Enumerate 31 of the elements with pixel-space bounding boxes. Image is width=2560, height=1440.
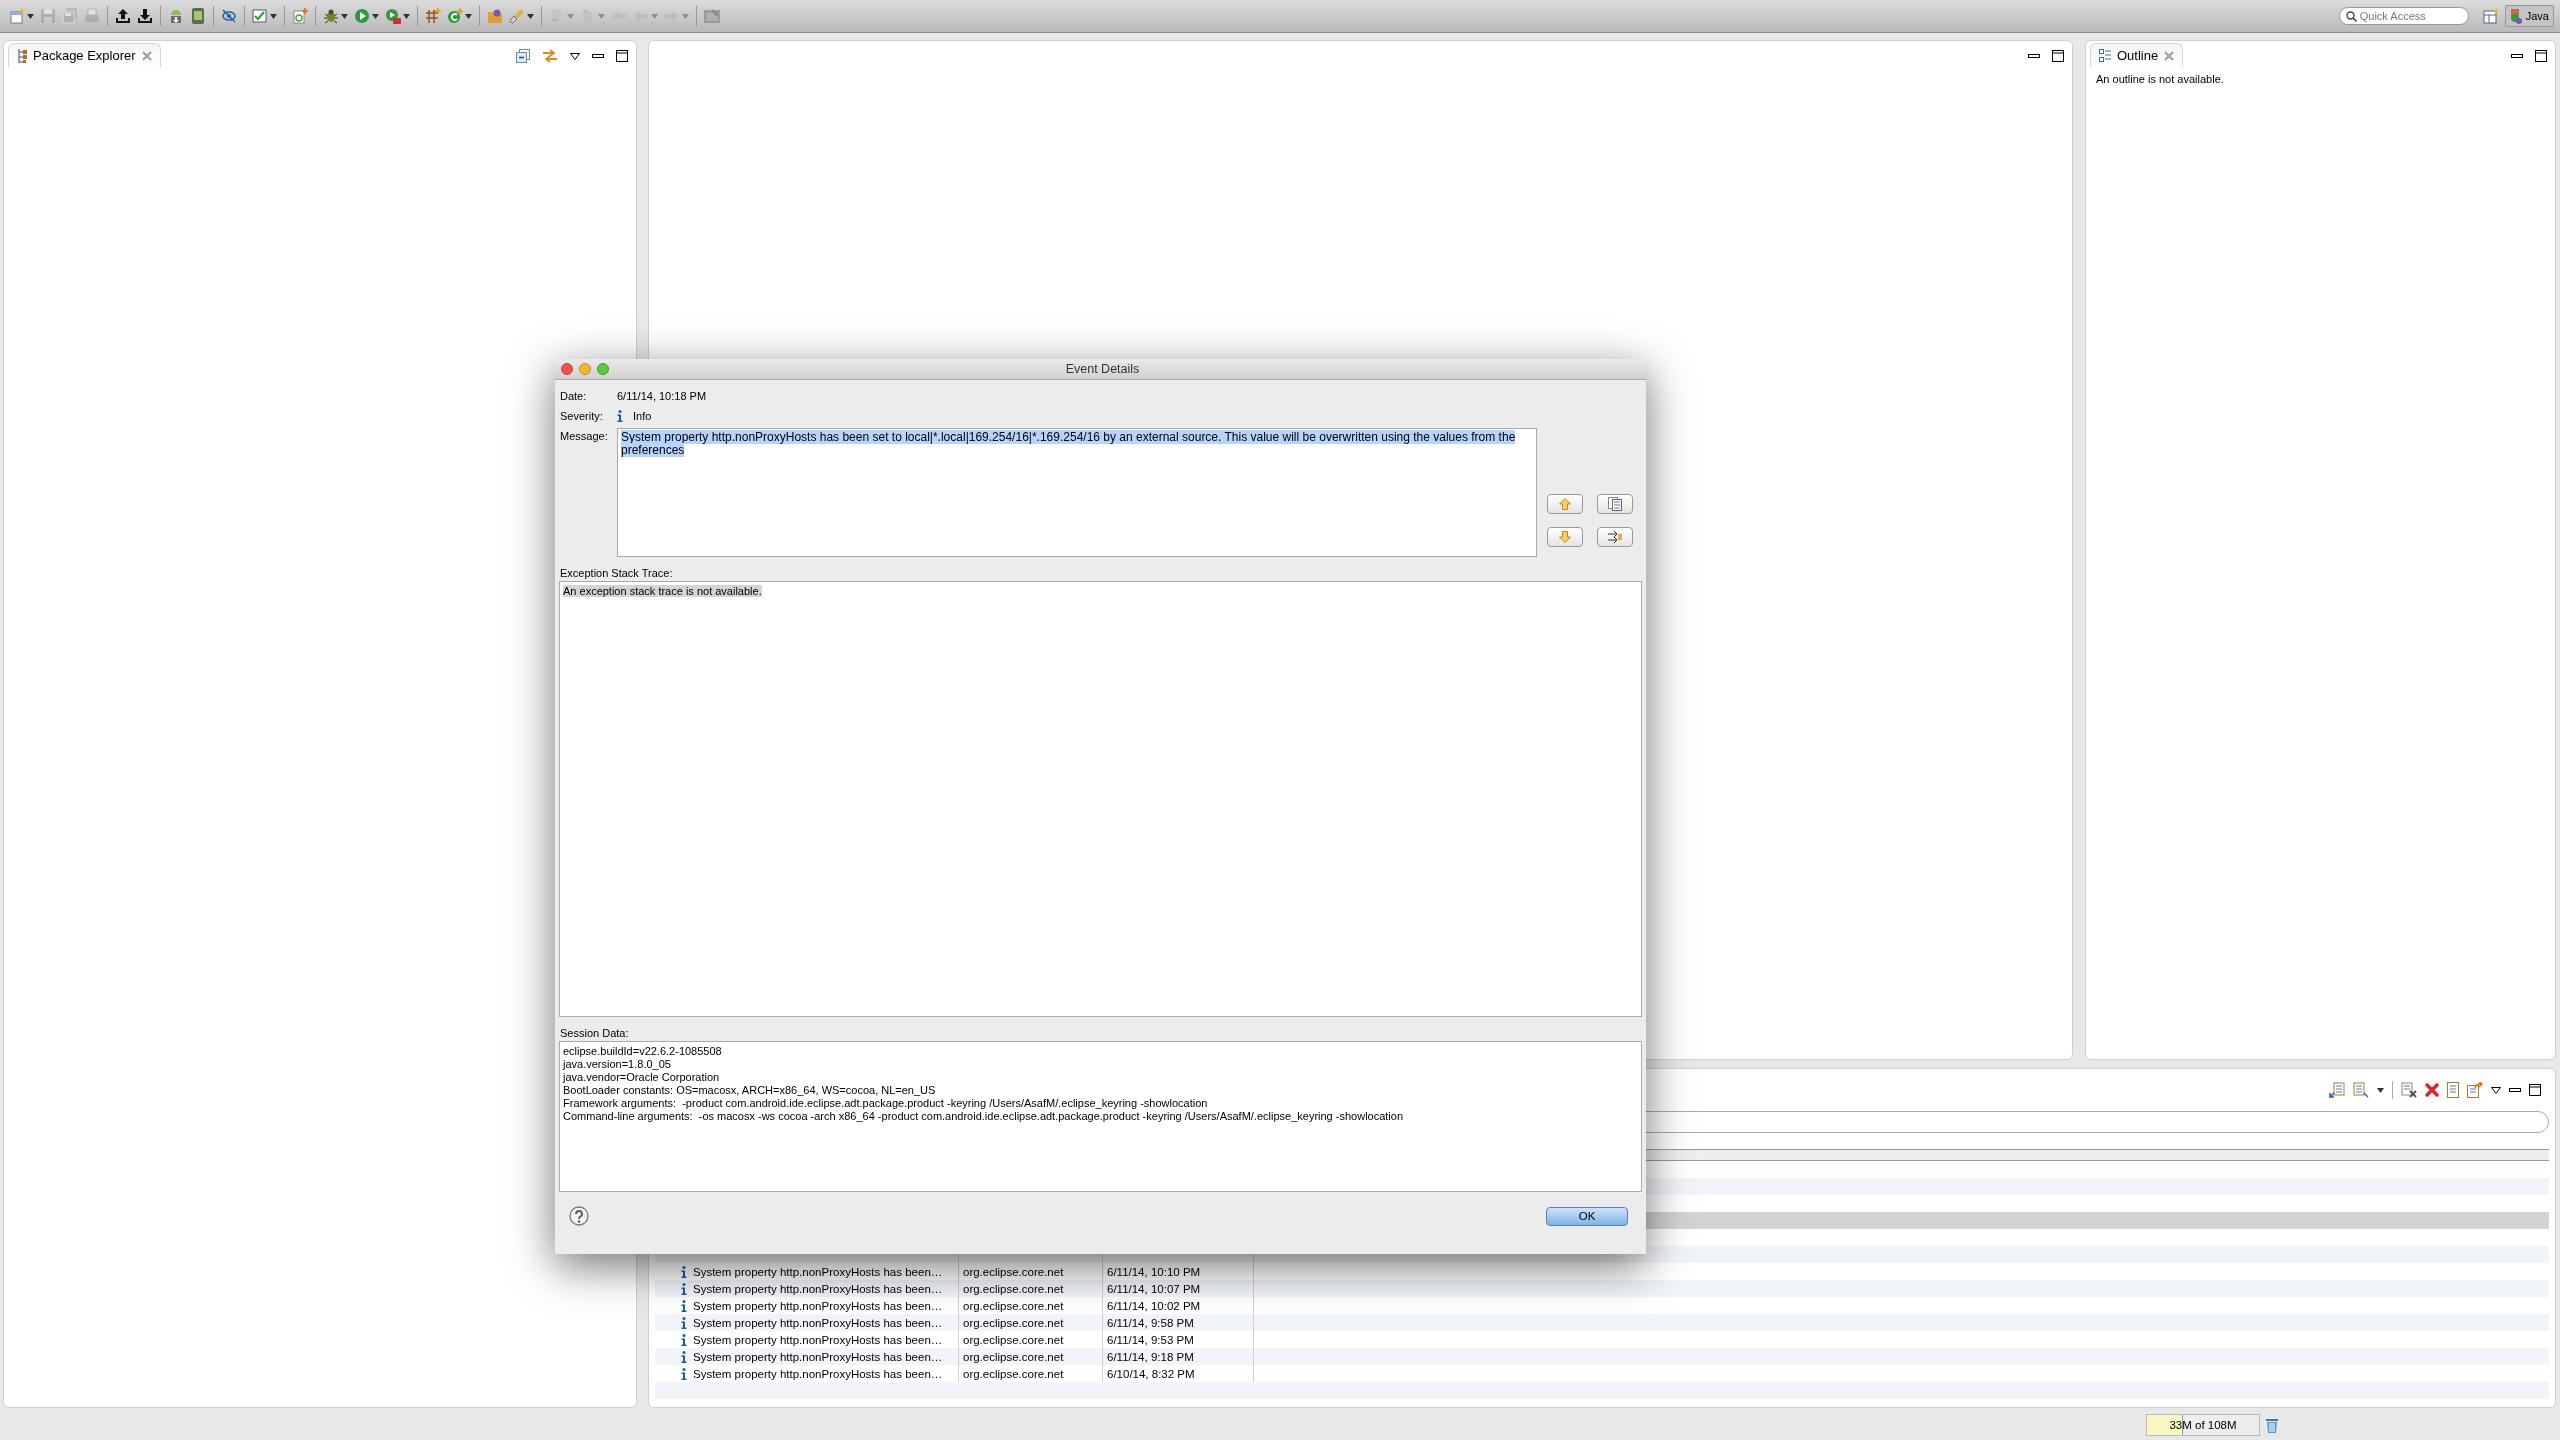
outline-message: An outline is not available. <box>2095 72 2225 87</box>
stack-trace-label: Exception Stack Trace: <box>559 567 674 579</box>
log-date: 6/11/14, 9:58 PM <box>1107 1316 1194 1329</box>
log-message: System property http.nonProxyHosts has been… <box>693 1367 943 1380</box>
log-date: 6/11/14, 10:07 PM <box>1107 1282 1201 1295</box>
log-plugin: org.eclipse.core.net <box>963 1350 1064 1363</box>
log-plugin: org.eclipse.core.net <box>963 1316 1064 1329</box>
date-label: Date: <box>559 390 588 402</box>
log-plugin: org.eclipse.core.net <box>963 1282 1064 1295</box>
log-message: System property http.nonProxyHosts has been… <box>693 1299 943 1312</box>
session-data-label: Session Data: <box>559 1027 630 1039</box>
date-value: 6/11/14, 10:18 PM <box>617 390 707 402</box>
log-plugin: org.eclipse.core.net <box>963 1367 1064 1380</box>
message-label: Message: <box>559 429 609 442</box>
log-plugin: org.eclipse.core.net <box>963 1333 1064 1346</box>
log-date: 6/10/14, 8:32 PM <box>1107 1367 1195 1380</box>
log-message: System property http.nonProxyHosts has been… <box>693 1282 943 1295</box>
dialog-title: Event Details <box>1064 362 1141 376</box>
log-date: 6/11/14, 9:53 PM <box>1107 1333 1194 1346</box>
log-message: System property http.nonProxyHosts has been… <box>693 1265 943 1278</box>
log-message: System property http.nonProxyHosts has been… <box>693 1350 943 1363</box>
severity-value: Info <box>633 410 652 422</box>
log-plugin: org.eclipse.core.net <box>963 1299 1064 1312</box>
severity-label: Severity: <box>559 410 604 422</box>
log-date: 6/11/14, 9:18 PM <box>1107 1350 1194 1363</box>
memory-label: 33M of 108M <box>2169 1419 2237 1431</box>
log-message: System property http.nonProxyHosts has been… <box>693 1316 943 1329</box>
log-date: 6/11/14, 10:02 PM <box>1107 1299 1201 1312</box>
log-date: 6/11/14, 10:10 PM <box>1107 1265 1201 1278</box>
log-message: System property http.nonProxyHosts has been… <box>693 1333 943 1346</box>
log-plugin: org.eclipse.core.net <box>963 1265 1064 1278</box>
